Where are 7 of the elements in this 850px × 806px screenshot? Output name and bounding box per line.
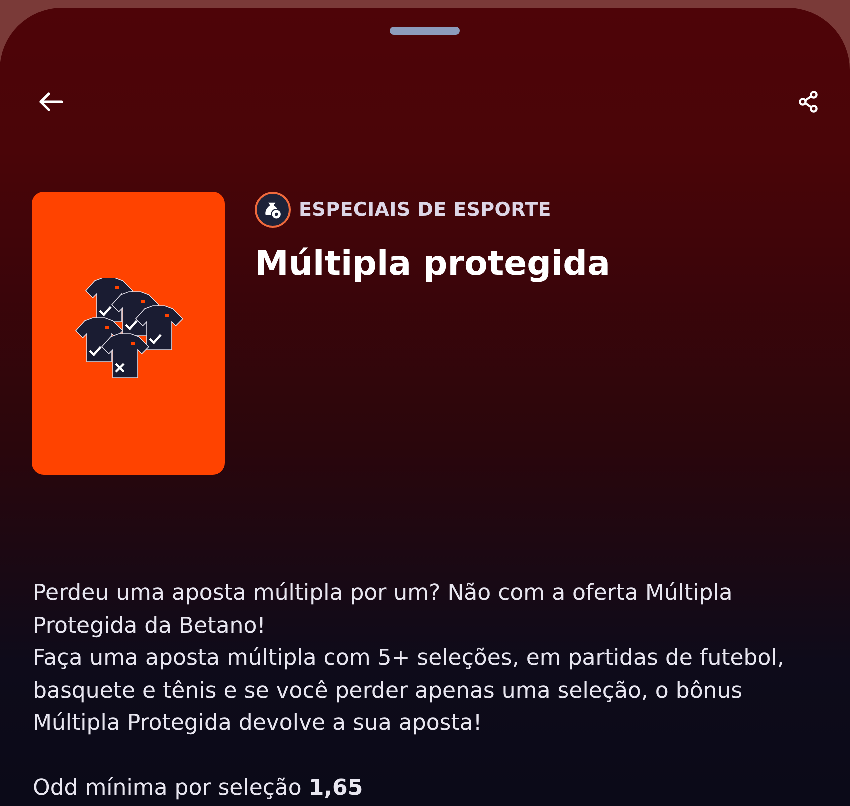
drag-handle[interactable]	[390, 27, 460, 35]
description-text: Perdeu uma aposta múltipla por um? Não com a oferta Múltipla Protegida da Betano!	[33, 580, 734, 640]
minimum-odd-text: Odd mínima por seleção 1,65	[33, 774, 364, 802]
category-label: ESPECIAIS DE ESPORTE	[299, 198, 552, 223]
money-bag-ball-icon	[255, 192, 291, 228]
promo-title: Múltipla protegida	[255, 244, 610, 285]
description-text: Faça uma aposta múltipla com 5+ seleções, em partidas de futebol, basquete e tênis e se você perder apenas uma seleção, o bônus Múltipla Protegida devolve a sua aposta!	[33, 645, 786, 738]
